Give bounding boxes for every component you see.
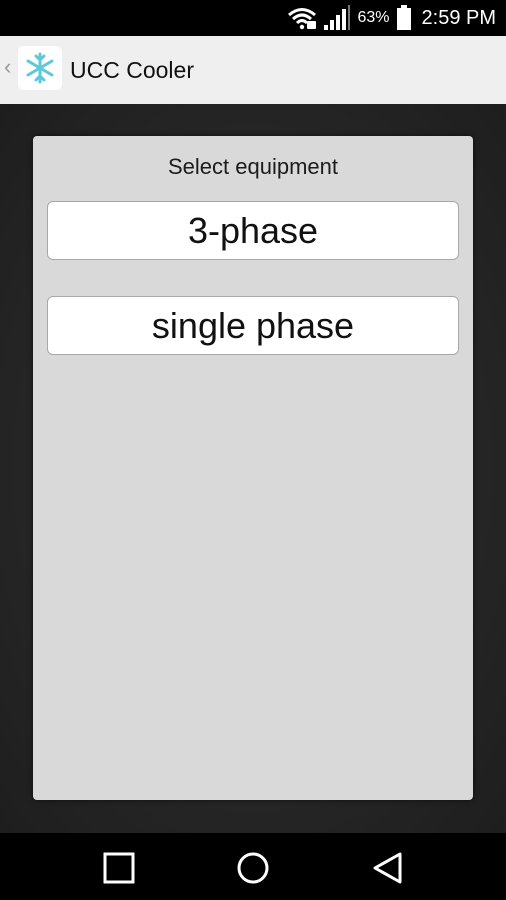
navigation-bar <box>0 833 506 900</box>
signal-icon <box>323 5 351 31</box>
recents-icon[interactable] <box>99 848 139 888</box>
equipment-panel: Select equipment 3-phase single phase <box>33 136 473 800</box>
status-icons: 63% 2:59 PM <box>287 0 496 36</box>
content-area: Select equipment 3-phase single phase <box>0 104 506 833</box>
button-label: single phase <box>151 304 355 346</box>
battery-percent: 63% <box>357 9 390 26</box>
three-phase-button[interactable]: 3-phase <box>47 201 459 260</box>
clock: 2:59 PM <box>421 6 496 29</box>
home-icon[interactable] <box>233 848 273 888</box>
back-icon[interactable] <box>367 848 407 888</box>
app-title: UCC Cooler <box>70 57 194 83</box>
snowflake-icon[interactable] <box>18 46 62 90</box>
chevron-left-icon[interactable]: ‹ <box>4 54 11 80</box>
button-label: 3-phase <box>187 209 319 251</box>
panel-title: Select equipment <box>168 154 338 179</box>
wifi-icon <box>287 6 317 30</box>
status-bar: 63% 2:59 PM <box>0 0 506 36</box>
single-phase-button[interactable]: single phase <box>47 296 459 355</box>
action-bar: ‹ UCC Cooler <box>0 36 506 105</box>
battery-icon <box>396 5 412 31</box>
